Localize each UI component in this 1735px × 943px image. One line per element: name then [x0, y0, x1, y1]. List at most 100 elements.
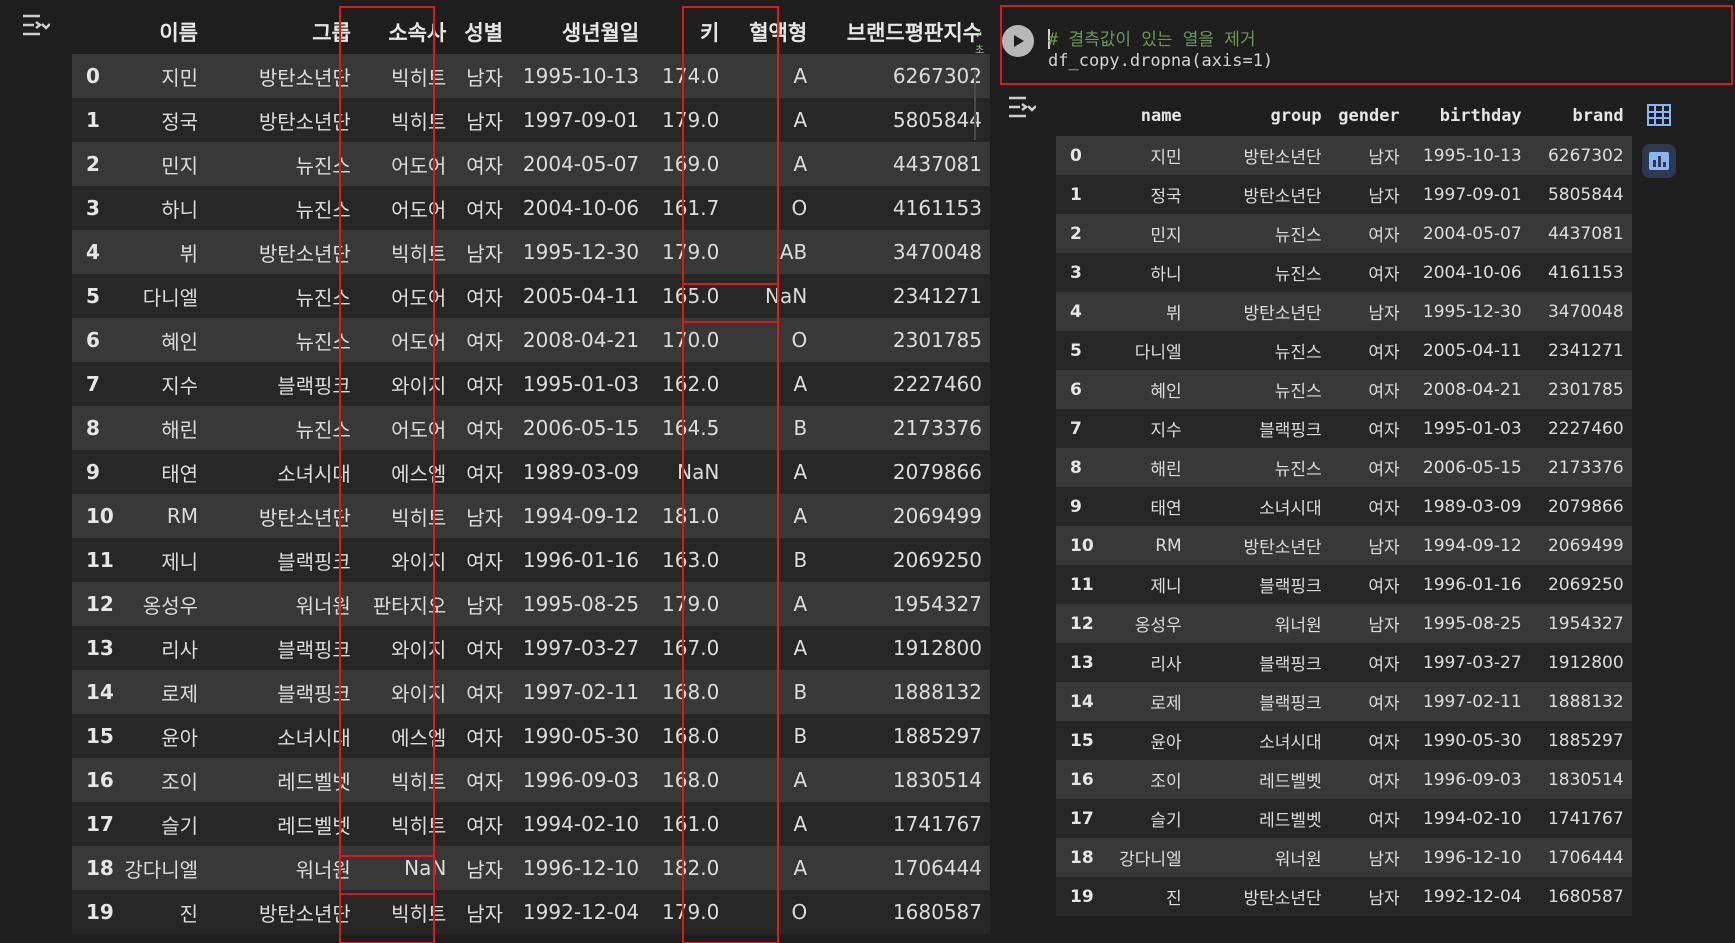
- table-row: 18 강다니엘 워너원 남자 1996-12-10 1706444: [1056, 838, 1632, 877]
- table-cell: 와이지: [358, 362, 455, 406]
- table-cell: RM: [1101, 526, 1190, 565]
- table-cell: 2006-05-15: [511, 406, 648, 450]
- table-cell: 2079866: [1529, 487, 1632, 526]
- table-cell: 2069250: [815, 538, 990, 582]
- play-icon[interactable]: [1002, 25, 1034, 57]
- output-collapse-icon[interactable]: [18, 10, 52, 40]
- left-output-panel: 이름 그룹 소속사 성별 생년월일 키 혈액형 브랜드평판지수 0 지민 방탄소년단 빅히트 남자 19…: [0, 0, 990, 943]
- table-cell: 2005-04-11: [1407, 331, 1530, 370]
- scrollbar[interactable]: [974, 70, 976, 140]
- notebook-screenshot: 이름 그룹 소속사 성별 생년월일 키 혈액형 브랜드평판지수 0 지민 방탄소년단 빅히트 남자 19…: [0, 0, 1735, 943]
- table-cell: 181.0: [647, 494, 728, 538]
- table-cell: 남자: [1329, 175, 1408, 214]
- table-cell: 1706444: [1529, 838, 1632, 877]
- table-cell: 1996-09-03: [1407, 760, 1530, 799]
- table-cell: 워너원: [206, 582, 359, 626]
- table-row: 6 혜인 뉴진스 여자 2008-04-21 2301785: [1056, 370, 1632, 409]
- table-cell: 4437081: [1529, 214, 1632, 253]
- table-row: 11 제니 블랙핑크 여자 1996-01-16 2069250: [1056, 565, 1632, 604]
- column-header: brand: [1572, 106, 1624, 126]
- table-cell: 1994-02-10: [511, 802, 648, 846]
- table-cell: 1996-12-10: [511, 846, 648, 890]
- table-cell: 옹성우: [121, 582, 206, 626]
- table-cell: 빅히트: [358, 494, 455, 538]
- table-cell: 여자: [454, 714, 512, 758]
- table-cell: 방탄소년단: [1189, 175, 1330, 214]
- row-index: 15: [1056, 721, 1102, 760]
- table-cell: 지수: [1101, 409, 1190, 448]
- row-index: 1: [72, 98, 122, 142]
- table-cell: 에스엠: [358, 714, 455, 758]
- table-cell: AB: [727, 230, 816, 274]
- table-row: 7 지수 블랙핑크 와이지 여자 1995-01-03 162.0 A 2227460: [72, 362, 990, 406]
- table-row: 7 지수 블랙핑크 여자 1995-01-03 2227460: [1056, 409, 1632, 448]
- row-index: 2: [72, 142, 122, 186]
- table-icon[interactable]: [1642, 98, 1676, 132]
- table-row: 3 하니 뉴진스 어도어 여자 2004-10-06 161.7 O 4161153: [72, 186, 990, 230]
- table-cell: 1912800: [1529, 643, 1632, 682]
- table-cell: 빅히트: [358, 890, 455, 934]
- row-index: 14: [72, 670, 122, 714]
- output-collapse-icon[interactable]: [1004, 92, 1038, 122]
- table-cell: B: [727, 406, 816, 450]
- table-cell: 2227460: [1529, 409, 1632, 448]
- column-header: group: [1270, 106, 1322, 126]
- table-cell: 3470048: [815, 230, 990, 274]
- code-cell[interactable]: # 결측값이 있는 열을 제거 df_copy.dropna(axis=1): [1048, 5, 1728, 83]
- table-cell: NaN: [358, 846, 455, 890]
- row-index: 4: [1056, 292, 1102, 331]
- table-row: 19 진 방탄소년단 빅히트 남자 1992-12-04 179.0 O 1680587: [72, 890, 990, 934]
- table-cell: 리사: [1101, 643, 1190, 682]
- table-cell: 어도어: [358, 142, 455, 186]
- column-header: gender: [1338, 106, 1400, 126]
- row-index: 18: [1056, 838, 1102, 877]
- table-cell: 뉴진스: [206, 142, 359, 186]
- table-cell: B: [727, 670, 816, 714]
- table-cell: 1706444: [815, 846, 990, 890]
- table-cell: 2004-05-07: [1407, 214, 1530, 253]
- table-cell: 소녀시대: [1189, 721, 1330, 760]
- table-cell: 로제: [1101, 682, 1190, 721]
- table-row: 9 태연 소녀시대 여자 1989-03-09 2079866: [1056, 487, 1632, 526]
- column-header: 생년월일: [561, 21, 640, 45]
- table-cell: 지수: [121, 362, 206, 406]
- table-cell: 소녀시대: [1189, 487, 1330, 526]
- row-index: 0: [1056, 136, 1102, 175]
- table-cell: 여자: [1329, 682, 1408, 721]
- table-cell: 1992-12-04: [1407, 877, 1530, 916]
- table-cell: 179.0: [647, 98, 728, 142]
- row-index: 3: [1056, 253, 1102, 292]
- table-row: 13 리사 블랙핑크 여자 1997-03-27 1912800: [1056, 643, 1632, 682]
- table-row: 13 리사 블랙핑크 와이지 여자 1997-03-27 167.0 A 1912800: [72, 626, 990, 670]
- table-cell: O: [727, 318, 816, 362]
- table-cell: 어도어: [358, 274, 455, 318]
- table-cell: 혜인: [1101, 370, 1190, 409]
- table-cell: 강다니엘: [1101, 838, 1190, 877]
- table-cell: 태연: [121, 450, 206, 494]
- table-cell: 여자: [454, 450, 512, 494]
- table-cell: 제니: [121, 538, 206, 582]
- row-index: 19: [72, 890, 122, 934]
- table-cell: 여자: [1329, 643, 1408, 682]
- table-cell: A: [727, 98, 816, 142]
- table-cell: 여자: [1329, 721, 1408, 760]
- table-cell: 여자: [1329, 409, 1408, 448]
- table-cell: 2173376: [815, 406, 990, 450]
- table-cell: 판타지오: [358, 582, 455, 626]
- table-cell: 남자: [454, 230, 512, 274]
- table-cell: 뉴진스: [1189, 331, 1330, 370]
- table-cell: 168.0: [647, 714, 728, 758]
- table-cell: 지민: [1101, 136, 1190, 175]
- table-cell: 남자: [1329, 838, 1408, 877]
- table-cell: 뷔: [1101, 292, 1190, 331]
- table-cell: 빅히트: [358, 802, 455, 846]
- table-row: 16 조이 레드벨벳 빅히트 여자 1996-09-03 168.0 A 1830514: [72, 758, 990, 802]
- column-header: name: [1140, 106, 1182, 126]
- table-row: 15 윤아 소녀시대 여자 1990-05-30 1885297: [1056, 721, 1632, 760]
- table-cell: 빅히트: [358, 758, 455, 802]
- table-cell: 여자: [1329, 370, 1408, 409]
- chart-icon[interactable]: [1642, 144, 1676, 178]
- dropna-result-table: name group gender birthday brand 0 지민 방탄소년단 남자 1…: [1056, 96, 1632, 916]
- table-cell: 옹성우: [1101, 604, 1190, 643]
- table-cell: 레드벨벳: [206, 758, 359, 802]
